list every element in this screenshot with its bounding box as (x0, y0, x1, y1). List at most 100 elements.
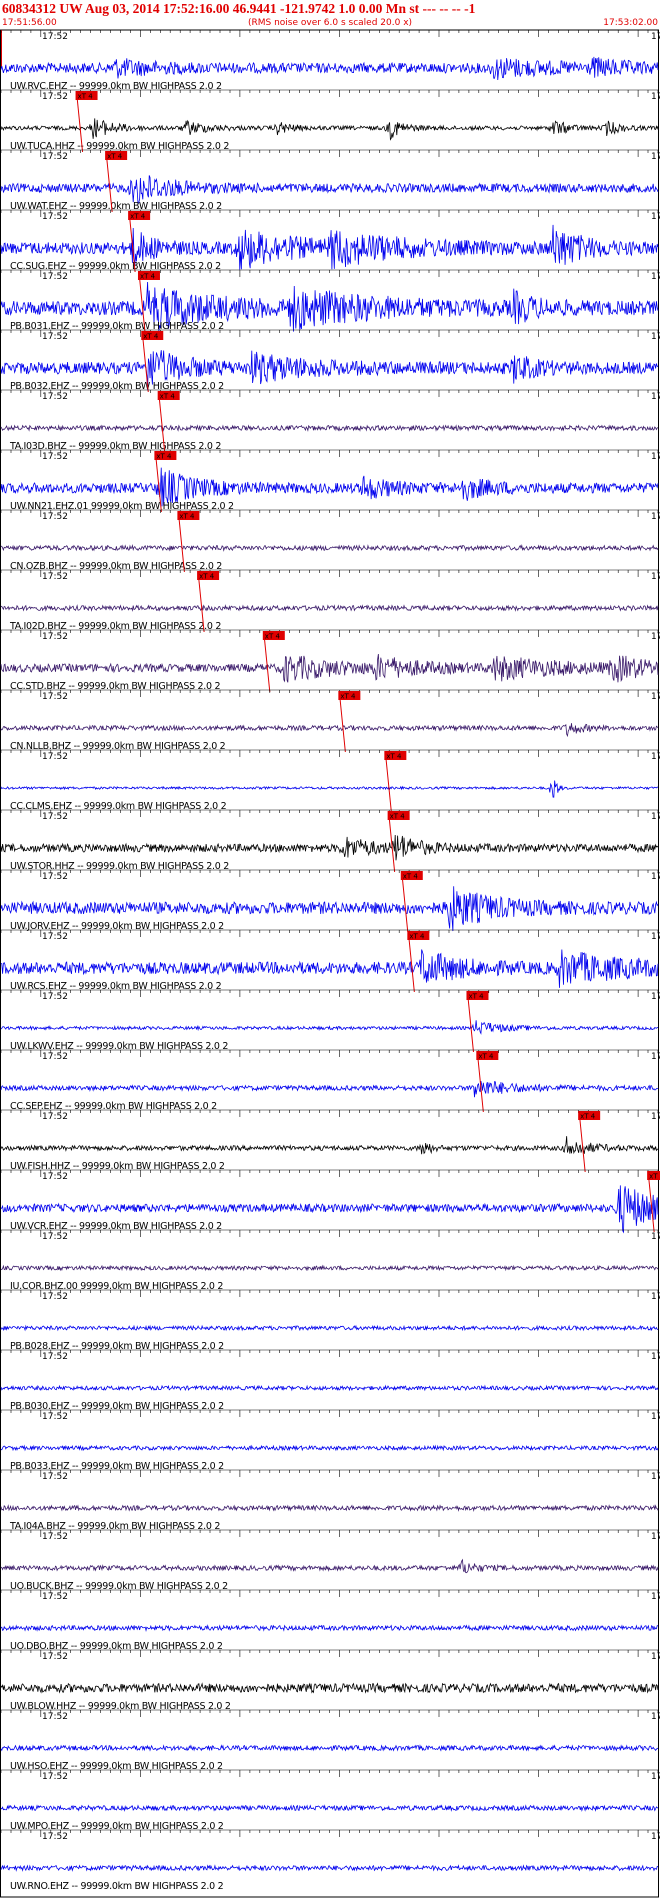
waveform-trace (0, 1682, 659, 1694)
tick-label-1752: 17:52 (42, 1052, 68, 1062)
station-label: UO.BUCK.BHZ -- 99999.0km BW HIGHPASS 2.0… (10, 1581, 228, 1592)
tick-label-1752: 17:52 (42, 872, 68, 882)
tick-label-right: 17: (651, 92, 660, 102)
tick-label-right: 17: (651, 632, 660, 642)
tick-label-right: 17: (651, 332, 660, 342)
tick-label-right: 17: (651, 1052, 660, 1062)
pick-label: xT 4 (478, 1053, 494, 1061)
pick-label: xT 4 (265, 633, 281, 641)
waveform-trace (0, 1558, 659, 1574)
tick-label-right: 17: (651, 512, 660, 522)
tick-label-right: 17: (651, 572, 660, 582)
tick-label-1752: 17:52 (42, 632, 68, 642)
tick-label-right: 17: (651, 1232, 660, 1242)
tick-label-right: 17: (651, 1472, 660, 1482)
waveform-trace (0, 1080, 659, 1098)
tick-label-right: 17: (651, 1532, 660, 1542)
pick-label: xT 4 (78, 93, 94, 101)
station-label: UO.DBO.BHZ -- 99999.0km BW HIGHPASS 2.0 … (10, 1641, 223, 1652)
station-label: UW.STOR.HHZ -- 99999.0km BW HIGHPASS 2.0… (10, 861, 229, 872)
waveform-trace (0, 1324, 659, 1332)
station-label: UW.HSO.EHZ -- 99999.0km BW HIGHPASS 2.0 … (10, 1761, 223, 1772)
tick-label-1752: 17:52 (42, 1292, 68, 1302)
waveform-trace (0, 1264, 659, 1272)
waveform-trace (0, 1744, 659, 1752)
tick-label-1752: 17:52 (42, 1172, 68, 1182)
tick-label-right: 17: (651, 812, 660, 822)
pick-line (338, 691, 346, 753)
station-label: UW.FISH.HHZ -- 99999.0km BW HIGHPASS 2.0… (10, 1161, 225, 1172)
tick-label-right: 17: (651, 1592, 660, 1602)
tick-label-1752: 17:52 (42, 1532, 68, 1542)
station-label: CC.CLMS.EHZ -- 99999.0km BW HIGHPASS 2.0… (10, 801, 227, 812)
station-label: PB.B033.EHZ -- 99999.0km BW HIGHPASS 2.0… (10, 1461, 224, 1472)
tick-label-1752: 17:52 (42, 1472, 68, 1482)
seismogram-plot: 17:5217:UW.RVC.EHZ -- 99999.0km BW HIGHP… (0, 29, 660, 1898)
pick-label: xT 4 (386, 753, 402, 761)
waveform-trace (0, 424, 659, 432)
pick-label: xT 4 (143, 333, 159, 341)
waveform-trace (0, 544, 659, 552)
pick-line (384, 751, 392, 813)
station-label: CN.OZB.BHZ -- 99999.0km BW HIGHPASS 2.0 … (10, 561, 222, 572)
tick-label-1752: 17:52 (42, 92, 68, 102)
tick-label-right: 17: (651, 1772, 660, 1782)
tick-label-1752: 17:52 (42, 692, 68, 702)
pick-line (476, 1051, 484, 1113)
tick-label-1752: 17:52 (42, 1232, 68, 1242)
pick-label: xT 4 (403, 873, 419, 881)
pick-line (401, 871, 409, 933)
pick-label: xT 4 (649, 1173, 660, 1181)
tick-label-right: 17: (651, 1292, 660, 1302)
station-label: IU.COR.BHZ.00 99999.0km BW HIGHPASS 2.0 … (10, 1281, 223, 1292)
pick-label: xT 4 (390, 813, 406, 821)
pick-label: xT 4 (156, 453, 172, 461)
station-label: UW.JORV.EHZ -- 99999.0km BW HIGHPASS 2.0… (10, 921, 224, 932)
tick-label-right: 17: (651, 1112, 660, 1122)
tick-label-1752: 17:52 (42, 1652, 68, 1662)
pick-label: xT 4 (179, 513, 195, 521)
tick-label-right: 17: (651, 152, 660, 162)
tick-label-right: 17: (651, 1712, 660, 1722)
pick-label: xT 4 (580, 1113, 596, 1121)
tick-label-1752: 17:52 (42, 752, 68, 762)
tick-label-right: 17: (651, 692, 660, 702)
waveform-trace (0, 175, 659, 205)
waveform-trace (0, 1624, 659, 1632)
station-label: CN.NLLB.BHZ -- 99999.0km BW HIGHPASS 2.0… (10, 741, 226, 752)
pick-line (578, 1111, 586, 1173)
waveform-trace (0, 780, 659, 798)
waveform-trace (0, 1020, 659, 1035)
tick-label-right: 17: (651, 272, 660, 282)
tick-label-1752: 17:52 (42, 572, 68, 582)
tick-label-right: 17: (651, 32, 660, 42)
pick-label: xT 4 (409, 933, 425, 941)
station-label: PB.B028.EHZ -- 99999.0km BW HIGHPASS 2.0… (10, 1341, 224, 1352)
pick-label: xT 4 (468, 993, 484, 1001)
waveform-trace (0, 1444, 659, 1452)
tick-label-1752: 17:52 (42, 932, 68, 942)
tick-label-1752: 17:52 (42, 1772, 68, 1782)
waveform-trace (0, 1804, 659, 1812)
station-label: PB.B032.EHZ -- 99999.0km BW HIGHPASS 2.0… (10, 381, 224, 392)
pick-line (407, 931, 415, 993)
pick-label: xT 4 (199, 573, 215, 581)
pick-line (466, 991, 474, 1053)
tick-label-1752: 17:52 (42, 392, 68, 402)
waveform-trace (0, 723, 659, 738)
tick-label-1752: 17:52 (42, 332, 68, 342)
tick-label-1752: 17:52 (42, 1592, 68, 1602)
waveform-trace (0, 56, 659, 80)
tick-label-right: 17: (651, 992, 660, 1002)
pick-line (388, 811, 396, 873)
station-label: UW.NN21.EHZ.01 99999.0km BW HIGHPASS 2.0… (10, 501, 234, 512)
pick-line (263, 631, 271, 693)
tick-label-right: 17: (651, 1832, 660, 1842)
waveform-trace (0, 653, 659, 683)
tick-label-1752: 17:52 (42, 32, 68, 42)
pick-label: xT 4 (340, 693, 356, 701)
waveform-trace (0, 1136, 659, 1155)
pick-label: xT 4 (140, 273, 156, 281)
tick-label-1752: 17:52 (42, 992, 68, 1002)
waveform-trace (0, 604, 659, 612)
